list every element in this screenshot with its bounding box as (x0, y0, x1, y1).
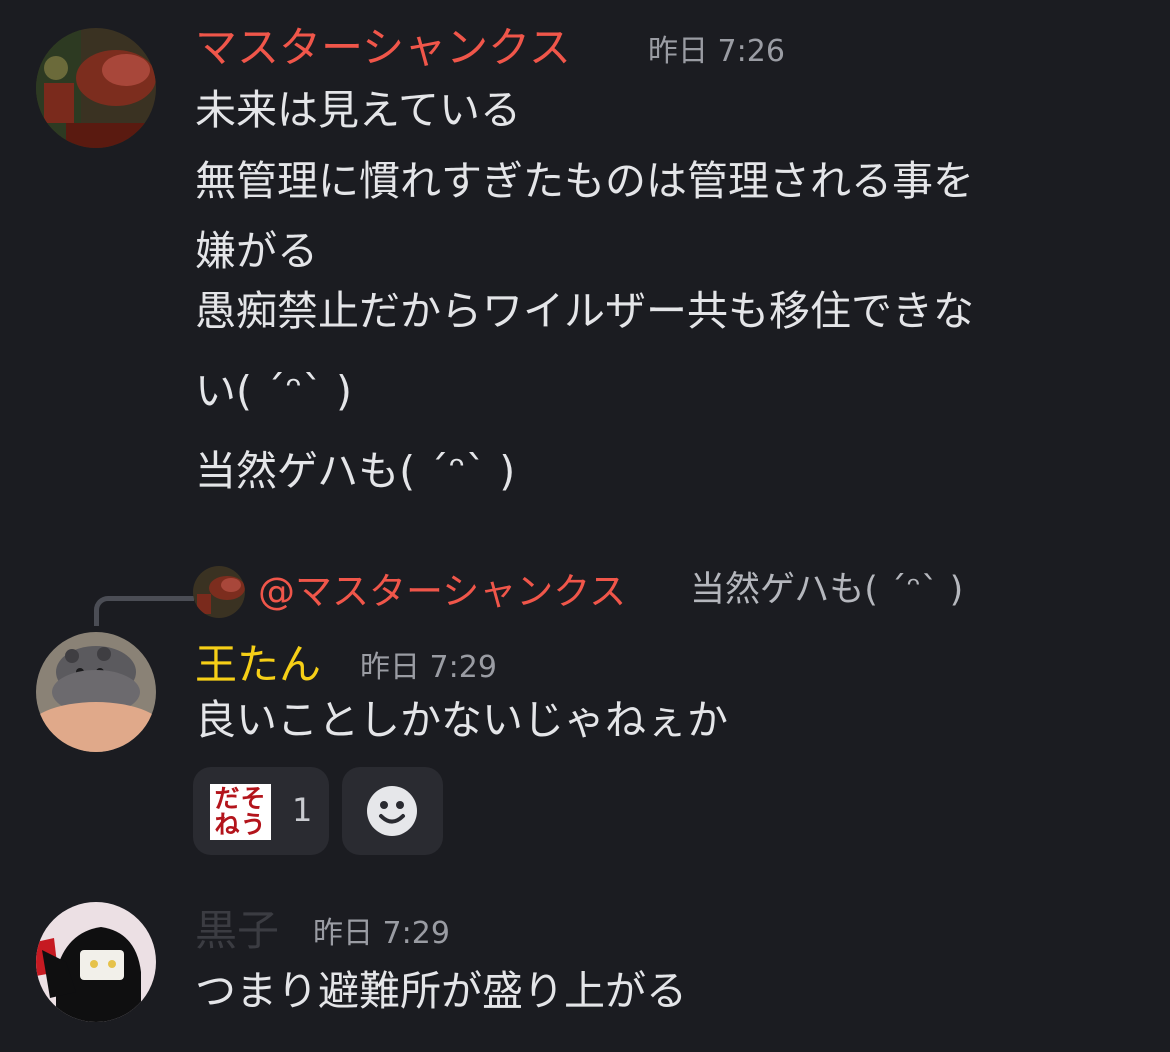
timestamp: 昨日 7:29 (313, 916, 450, 951)
message-line: い( ˊᵔˋ ) (195, 367, 353, 415)
message-line: 当然ゲハも( ˊᵔˋ ) (195, 447, 516, 495)
author-name[interactable]: 黒子 (195, 910, 279, 952)
author-name[interactable]: 王たん (195, 644, 321, 686)
avatar-kuroko[interactable] (36, 902, 156, 1022)
custom-emoji: だそ ねう (210, 784, 271, 840)
message-line: 良いことしかないじゃねぇか (195, 696, 728, 744)
timestamp: 昨日 7:26 (648, 34, 785, 69)
reply-mention[interactable]: @マスターシャンクス (258, 573, 626, 610)
reaction-count: 1 (292, 791, 313, 829)
avatar-ou-tan[interactable] (36, 632, 156, 752)
message-line: 愚痴禁止だからワイルザー共も移住できな (195, 287, 974, 335)
author-name[interactable]: マスターシャンクス (195, 27, 571, 69)
emoji-text-bottom: ねう (214, 810, 267, 839)
message-line: つまり避難所が盛り上がる (195, 967, 687, 1015)
emoji-text-top: だそ (214, 784, 267, 813)
message-line: 嫌がる (195, 227, 318, 275)
smiley-face-icon (367, 786, 417, 836)
reply-preview-text[interactable]: 当然ゲハも( ˊᵔˋ ) (690, 573, 963, 608)
message-line: 未来は見えている (195, 86, 521, 134)
reply-connector (94, 596, 194, 626)
message-line: 無管理に慣れすぎたものは管理される事を (195, 157, 974, 205)
avatar-master-shanks[interactable] (36, 28, 156, 148)
reaction-chip[interactable]: だそ ねう 1 (193, 767, 329, 855)
add-reaction-button[interactable] (342, 767, 443, 855)
timestamp: 昨日 7:29 (360, 650, 497, 685)
reply-avatar[interactable] (193, 566, 245, 618)
